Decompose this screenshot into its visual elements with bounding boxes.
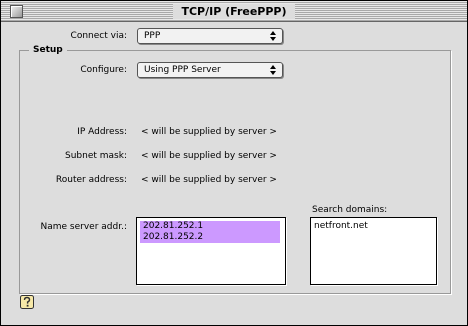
ip-address-label: IP Address:	[77, 127, 127, 137]
subnet-mask-value: < will be supplied by server >	[141, 151, 277, 161]
setup-group-title: Setup	[29, 44, 67, 56]
list-item[interactable]: netfront.net	[314, 221, 368, 232]
popup-arrows-icon	[270, 31, 276, 41]
name-server-list[interactable]: 202.81.252.1 202.81.252.2	[136, 217, 286, 285]
ip-address-value: < will be supplied by server >	[141, 127, 277, 137]
configure-popup[interactable]: Using PPP Server	[137, 62, 283, 78]
router-address-label: Router address:	[55, 175, 127, 185]
list-item[interactable]: 202.81.252.2	[140, 232, 280, 243]
list-item[interactable]: 202.81.252.1	[140, 221, 280, 232]
connect-via-label: Connect via:	[70, 31, 127, 41]
help-question-icon[interactable]	[19, 294, 35, 310]
search-domains-list[interactable]: netfront.net	[310, 217, 437, 285]
tcpip-window: TCP/IP (FreePPP) Connect via: PPP Setup …	[0, 0, 468, 326]
router-address-value: < will be supplied by server >	[141, 175, 277, 185]
name-server-label: Name server addr.:	[40, 222, 127, 232]
connect-via-popup[interactable]: PPP	[137, 28, 283, 44]
window-title: TCP/IP (FreePPP)	[173, 4, 295, 19]
title-bar[interactable]: TCP/IP (FreePPP)	[1, 1, 467, 22]
popup-arrows-icon	[270, 65, 276, 75]
connect-via-value: PPP	[144, 31, 161, 41]
configure-value: Using PPP Server	[144, 65, 221, 75]
search-domains-label: Search domains:	[312, 205, 388, 215]
configure-label: Configure:	[80, 65, 127, 75]
subnet-mask-label: Subnet mask:	[65, 151, 127, 161]
